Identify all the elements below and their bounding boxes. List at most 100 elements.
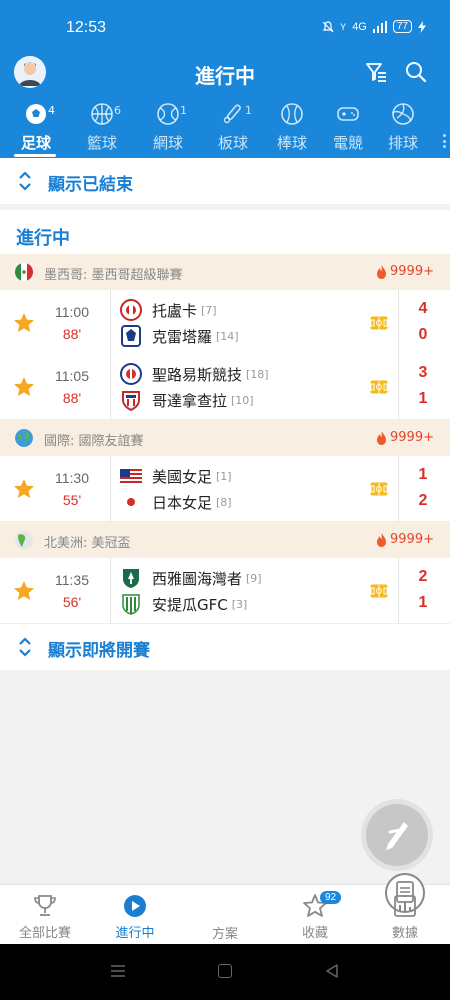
team-rank: [9] xyxy=(246,571,262,585)
section-title: 進行中 xyxy=(16,228,70,249)
tab-label: 板球 xyxy=(217,134,248,152)
tab-esports[interactable]: 電競 xyxy=(318,98,378,153)
favorite-star-icon[interactable] xyxy=(12,477,36,501)
hot-count: 9999+ xyxy=(376,264,434,279)
feedback-icon xyxy=(386,822,408,850)
match-minute: 88' xyxy=(62,326,82,342)
tab-label: 網球 xyxy=(152,134,183,152)
bell-off-icon xyxy=(322,20,334,32)
tab-cricket[interactable]: 1 板球 xyxy=(203,98,263,153)
tab-soccer[interactable]: 4 足球 xyxy=(6,98,66,153)
hot-count-value: 9999+ xyxy=(390,532,434,547)
play-circle-icon xyxy=(124,895,146,917)
team-name: 聖路易斯競技 xyxy=(152,365,243,384)
nav-live[interactable]: 進行中 xyxy=(90,885,180,941)
away-team: 安提瓜GFC [3] xyxy=(120,592,247,616)
battery-icon: 77 xyxy=(392,20,412,33)
tab-label: 足球 xyxy=(20,134,51,152)
filter-icon[interactable] xyxy=(364,60,388,84)
home-team: 聖路易斯競技 [18] xyxy=(120,362,269,386)
tab-count: 4 xyxy=(48,104,55,117)
team-name: 西雅圖海灣者 xyxy=(152,569,243,588)
nav-label: 數據 xyxy=(391,926,418,941)
tab-label: 排球 xyxy=(387,134,418,152)
menu-icon[interactable] xyxy=(110,964,126,978)
north-america-globe-icon xyxy=(15,531,33,549)
gamepad-icon xyxy=(337,107,359,121)
match-minute: 56' xyxy=(62,594,82,610)
home-score: 3 xyxy=(418,364,428,381)
away-score: 1 xyxy=(418,594,428,611)
search-icon[interactable] xyxy=(404,60,428,84)
match-row[interactable]: 11:35 56' 西雅圖海灣者 [9] 安提瓜GFC [3] 2 1 xyxy=(0,558,450,624)
more-tabs-icon[interactable] xyxy=(443,134,446,148)
fire-icon xyxy=(377,532,387,547)
team-rank: [7] xyxy=(201,303,217,317)
volleyball-icon xyxy=(392,103,414,125)
mexico-flag-icon xyxy=(15,263,33,281)
floating-action-button[interactable] xyxy=(366,804,428,866)
league-header[interactable]: 國際: 國際友誼賽 9999+ xyxy=(0,420,450,456)
sport-tabs: 4 足球 6 籃球 1 網球 1 板球 棒球 電競 排球 xyxy=(0,98,450,156)
home-score: 1 xyxy=(418,466,428,483)
team-name: 美國女足 xyxy=(152,467,213,486)
match-row[interactable]: 11:30 55' 美國女足 [1] 日本女足 [8] 1 2 xyxy=(0,456,450,522)
nav-label: 進行中 xyxy=(115,926,155,941)
nav-label: 方案 xyxy=(211,927,238,942)
live-pitch-icon[interactable] xyxy=(370,584,388,598)
match-row[interactable]: 11:05 88' 聖路易斯競技 [18] 哥達拿查拉 [10] 3 1 xyxy=(0,354,450,420)
live-pitch-icon[interactable] xyxy=(370,316,388,330)
favorite-star-icon[interactable] xyxy=(12,375,36,399)
status-time: 12:53 xyxy=(66,19,107,36)
expand-icon xyxy=(19,171,31,191)
nav-label: 收藏 xyxy=(301,926,328,941)
nav-favorites[interactable]: 收藏 xyxy=(270,885,360,941)
home-score: 4 xyxy=(418,300,428,317)
tab-tennis[interactable]: 1 網球 xyxy=(138,98,198,153)
league-name: 墨西哥: 墨西哥超級聯賽 xyxy=(44,268,183,283)
team-rank: [18] xyxy=(246,367,269,381)
tab-basketball[interactable]: 6 籃球 xyxy=(72,98,132,153)
tab-label: 電競 xyxy=(332,134,363,152)
live-pitch-icon[interactable] xyxy=(370,380,388,394)
team-rank: [10] xyxy=(231,393,254,407)
match-row[interactable]: 11:00 88' 托盧卡 [7] 克雷塔羅 [14] 4 0 xyxy=(0,290,450,356)
live-pitch-icon[interactable] xyxy=(370,482,388,496)
system-navigation-bar xyxy=(0,944,450,1000)
show-upcoming-button[interactable]: 顯示即將開賽 xyxy=(0,624,450,670)
divider xyxy=(110,354,111,420)
team-logo-icon xyxy=(120,299,142,321)
team-logo-icon xyxy=(122,594,140,615)
expand-icon xyxy=(19,637,31,657)
team-rank: [1] xyxy=(216,469,232,483)
favorite-star-icon[interactable] xyxy=(12,579,36,603)
nav-plans[interactable]: 方案 xyxy=(180,873,425,942)
back-icon[interactable] xyxy=(324,963,340,979)
favorite-star-icon[interactable] xyxy=(12,311,36,335)
league-name: 國際: 國際友誼賽 xyxy=(44,434,144,449)
show-finished-button[interactable]: 顯示已結束 xyxy=(0,158,450,204)
divider xyxy=(110,290,111,356)
nav-data[interactable]: 數據 xyxy=(360,885,450,941)
tab-baseball[interactable]: 棒球 xyxy=(262,98,322,153)
app-header: 12:53 Y 4G 77 進行中 4 足球 6 籃球 1 網球 1 板球 棒球… xyxy=(0,0,450,158)
baseball-icon xyxy=(281,103,303,125)
league-header[interactable]: 北美洲: 美冠盃 9999+ xyxy=(0,522,450,558)
home-icon[interactable] xyxy=(218,964,232,978)
match-minute: 88' xyxy=(62,390,82,406)
league-header[interactable]: 墨西哥: 墨西哥超級聯賽 9999+ xyxy=(0,254,450,290)
bar-chart-icon xyxy=(394,895,416,917)
divider xyxy=(398,456,399,522)
divider xyxy=(398,558,399,624)
nav-all-matches[interactable]: 全部比賽 xyxy=(0,885,90,941)
team-name: 克雷塔羅 xyxy=(152,327,213,346)
app-bar: 進行中 xyxy=(0,56,450,92)
match-time: 11:05 xyxy=(55,368,89,384)
team-name: 日本女足 xyxy=(152,493,213,512)
match-minute: 55' xyxy=(62,492,82,508)
away-team: 克雷塔羅 [14] xyxy=(120,324,239,348)
globe-icon xyxy=(15,429,33,447)
match-time: 11:35 xyxy=(55,572,89,588)
tab-volleyball[interactable]: 排球 xyxy=(373,98,433,153)
volte-icon: Y xyxy=(340,21,347,32)
